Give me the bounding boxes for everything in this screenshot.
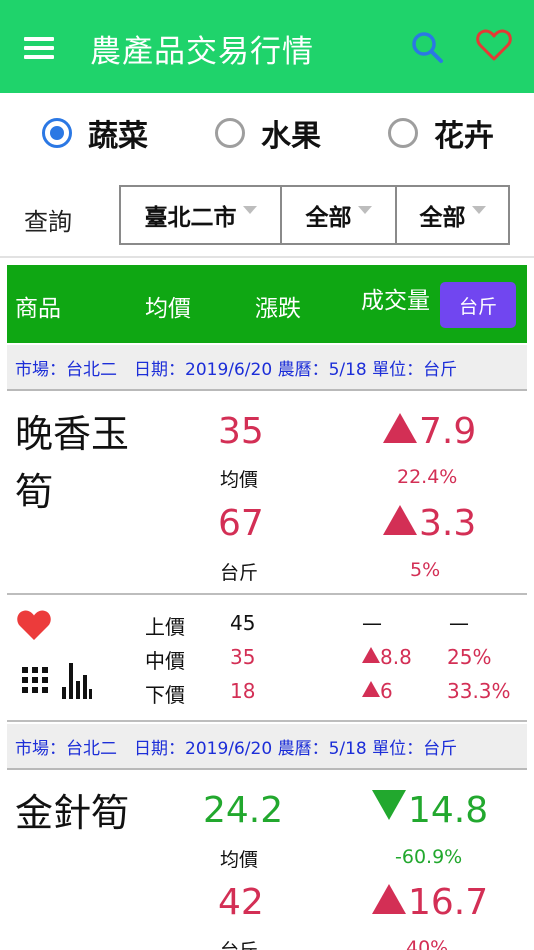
product-name[interactable]: 金針筍 [15, 784, 215, 842]
hamburger-menu-icon[interactable] [24, 37, 54, 61]
app-bar: 農產品交易行情 [0, 0, 534, 93]
chevron-down-icon [357, 206, 372, 214]
upper-price-percent: — [449, 611, 469, 635]
up-arrow-icon [383, 505, 417, 535]
upper-price-change: — [362, 611, 382, 635]
avg-price: 24.2 [203, 790, 284, 831]
radio-label-fruits: 水果 [261, 119, 321, 154]
header-change: 漲跌 [255, 296, 301, 322]
avg-price: 35 [218, 411, 264, 452]
lower-price-label: 下價 [145, 683, 185, 707]
header-volume: 成交量 [361, 288, 430, 314]
middle-price: 35 [230, 645, 256, 669]
listing-info-bar: 市場：台北二 日期：2019/6/20 農曆：5/18 單位：台斤 [7, 724, 527, 770]
avg-price-label: 均價 [220, 849, 259, 871]
up-arrow-icon [383, 413, 417, 443]
radio-label-flowers: 花卉 [434, 119, 494, 154]
query-label: 查詢 [24, 208, 72, 236]
subcategory-dropdown[interactable]: 全部 [395, 185, 510, 245]
bar-chart-icon[interactable] [62, 661, 92, 699]
row-divider [7, 593, 527, 595]
volume: 67 [218, 503, 264, 544]
search-icon[interactable] [410, 30, 444, 64]
volume-change-percent: 40% [406, 937, 449, 950]
up-arrow-icon [362, 681, 380, 697]
header-product: 商品 [15, 296, 61, 322]
middle-price-percent: 25% [447, 645, 492, 669]
volume: 42 [218, 882, 264, 923]
avg-change-percent: -60.9% [395, 846, 463, 868]
radio-button-selected[interactable] [42, 118, 72, 148]
upper-price: 45 [230, 611, 256, 635]
avg-price-label: 均價 [220, 469, 259, 491]
volume-unit-label: 台斤 [220, 562, 259, 584]
category-dropdown[interactable]: 全部 [280, 185, 397, 245]
lower-price-change: 6 [362, 679, 393, 703]
chevron-down-icon [471, 206, 486, 214]
radio-label-vegetables: 蔬菜 [88, 119, 148, 154]
middle-price-label: 中價 [145, 649, 185, 673]
grid-view-icon[interactable] [22, 667, 48, 693]
avg-change: 7.9 [383, 411, 476, 452]
radio-button-unselected[interactable] [215, 118, 245, 148]
favorite-heart-filled-icon[interactable] [16, 608, 52, 642]
header-avg-price: 均價 [145, 296, 191, 322]
radio-button-unselected[interactable] [388, 118, 418, 148]
volume-unit-label: 台斤 [220, 936, 258, 950]
chevron-down-icon [242, 206, 257, 214]
query-bar: 查詢 臺北二市 全部 全部 [0, 176, 534, 258]
subcategory-dropdown-value: 全部 [419, 205, 466, 231]
down-arrow-icon [372, 790, 406, 820]
up-arrow-icon [372, 884, 406, 914]
table-header: 商品 均價 漲跌 成交量 台斤 [7, 265, 527, 343]
market-dropdown-value: 臺北二市 [144, 205, 237, 231]
volume-change: 3.3 [383, 503, 476, 544]
product-name[interactable]: 晚香玉筍 [15, 405, 145, 521]
row-divider [7, 720, 527, 722]
avg-change: 14.8 [372, 790, 488, 831]
favorite-heart-outline-icon[interactable] [476, 28, 512, 62]
lower-price-percent: 33.3% [447, 679, 511, 703]
lower-price: 18 [230, 679, 256, 703]
volume-change: 16.7 [372, 882, 488, 923]
radio-vegetables[interactable]: 蔬菜 [42, 113, 148, 154]
radio-fruits[interactable]: 水果 [215, 113, 321, 154]
app-title: 農產品交易行情 [90, 34, 314, 70]
listing-info-bar: 市場：台北二 日期：2019/6/20 農曆：5/18 單位：台斤 [7, 345, 527, 391]
up-arrow-icon [362, 647, 380, 663]
unit-toggle-button[interactable]: 台斤 [440, 282, 516, 328]
middle-price-change: 8.8 [362, 645, 412, 669]
market-dropdown[interactable]: 臺北二市 [119, 185, 282, 245]
upper-price-label: 上價 [145, 615, 185, 639]
volume-change-percent: 5% [410, 559, 441, 581]
category-dropdown-value: 全部 [305, 205, 352, 231]
category-selector: 蔬菜 水果 花卉 [0, 93, 534, 176]
radio-flowers[interactable]: 花卉 [388, 113, 494, 154]
avg-change-percent: 22.4% [397, 466, 458, 488]
